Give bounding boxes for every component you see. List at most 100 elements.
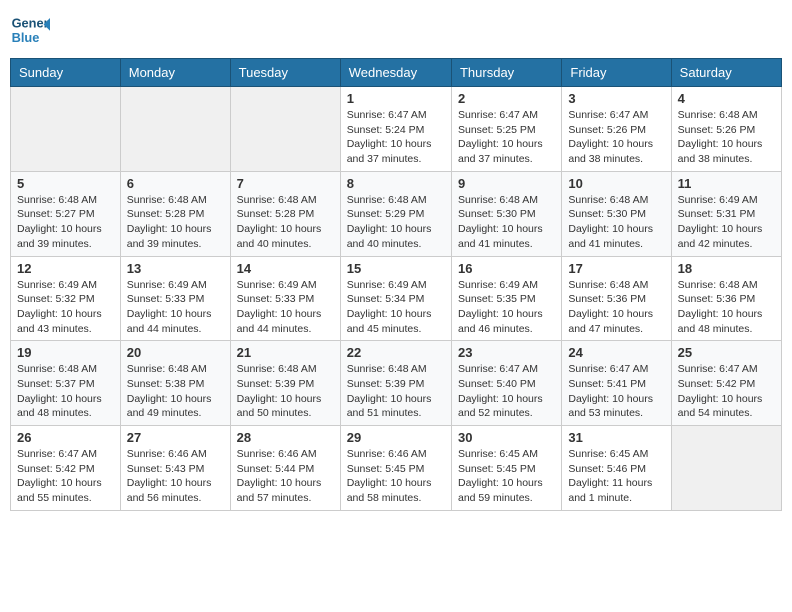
day-info: Sunrise: 6:48 AM Sunset: 5:36 PM Dayligh… <box>568 278 664 337</box>
calendar-cell: 30 Sunrise: 6:45 AM Sunset: 5:45 PM Dayli… <box>451 426 561 511</box>
calendar-cell: 26 Sunrise: 6:47 AM Sunset: 5:42 PM Dayli… <box>11 426 121 511</box>
weekday-header-wednesday: Wednesday <box>340 59 451 87</box>
day-number: 28 <box>237 430 334 445</box>
day-number: 10 <box>568 176 664 191</box>
svg-text:Blue: Blue <box>12 30 40 45</box>
day-info: Sunrise: 6:48 AM Sunset: 5:37 PM Dayligh… <box>17 362 114 421</box>
day-info: Sunrise: 6:47 AM Sunset: 5:24 PM Dayligh… <box>347 108 445 167</box>
calendar-cell <box>230 87 340 172</box>
day-number: 25 <box>678 345 775 360</box>
day-number: 30 <box>458 430 555 445</box>
day-info: Sunrise: 6:45 AM Sunset: 5:46 PM Dayligh… <box>568 447 664 506</box>
day-info: Sunrise: 6:46 AM Sunset: 5:45 PM Dayligh… <box>347 447 445 506</box>
calendar-cell <box>120 87 230 172</box>
day-number: 12 <box>17 261 114 276</box>
day-number: 19 <box>17 345 114 360</box>
calendar-cell: 18 Sunrise: 6:48 AM Sunset: 5:36 PM Dayli… <box>671 256 781 341</box>
logo: General Blue <box>10 10 50 50</box>
day-info: Sunrise: 6:48 AM Sunset: 5:29 PM Dayligh… <box>347 193 445 252</box>
day-info: Sunrise: 6:49 AM Sunset: 5:32 PM Dayligh… <box>17 278 114 337</box>
day-number: 22 <box>347 345 445 360</box>
day-info: Sunrise: 6:48 AM Sunset: 5:26 PM Dayligh… <box>678 108 775 167</box>
calendar-cell: 29 Sunrise: 6:46 AM Sunset: 5:45 PM Dayli… <box>340 426 451 511</box>
calendar-cell <box>11 87 121 172</box>
day-info: Sunrise: 6:48 AM Sunset: 5:36 PM Dayligh… <box>678 278 775 337</box>
day-number: 9 <box>458 176 555 191</box>
calendar-cell: 3 Sunrise: 6:47 AM Sunset: 5:26 PM Daylig… <box>562 87 671 172</box>
day-info: Sunrise: 6:47 AM Sunset: 5:41 PM Dayligh… <box>568 362 664 421</box>
weekday-header-row: SundayMondayTuesdayWednesdayThursdayFrid… <box>11 59 782 87</box>
calendar-cell: 22 Sunrise: 6:48 AM Sunset: 5:39 PM Dayli… <box>340 341 451 426</box>
day-info: Sunrise: 6:47 AM Sunset: 5:40 PM Dayligh… <box>458 362 555 421</box>
day-info: Sunrise: 6:47 AM Sunset: 5:26 PM Dayligh… <box>568 108 664 167</box>
day-number: 21 <box>237 345 334 360</box>
calendar-cell: 16 Sunrise: 6:49 AM Sunset: 5:35 PM Dayli… <box>451 256 561 341</box>
calendar-cell: 21 Sunrise: 6:48 AM Sunset: 5:39 PM Dayli… <box>230 341 340 426</box>
weekday-header-monday: Monday <box>120 59 230 87</box>
day-number: 6 <box>127 176 224 191</box>
day-number: 11 <box>678 176 775 191</box>
calendar-cell: 28 Sunrise: 6:46 AM Sunset: 5:44 PM Dayli… <box>230 426 340 511</box>
calendar-week-row: 26 Sunrise: 6:47 AM Sunset: 5:42 PM Dayli… <box>11 426 782 511</box>
day-info: Sunrise: 6:48 AM Sunset: 5:30 PM Dayligh… <box>568 193 664 252</box>
day-number: 20 <box>127 345 224 360</box>
day-info: Sunrise: 6:45 AM Sunset: 5:45 PM Dayligh… <box>458 447 555 506</box>
calendar-cell: 1 Sunrise: 6:47 AM Sunset: 5:24 PM Daylig… <box>340 87 451 172</box>
day-number: 16 <box>458 261 555 276</box>
calendar-cell: 12 Sunrise: 6:49 AM Sunset: 5:32 PM Dayli… <box>11 256 121 341</box>
calendar-cell: 7Sunrise: 6:48 AM Sunset: 5:28 PM Daylig… <box>230 171 340 256</box>
day-info: Sunrise: 6:48 AM Sunset: 5:27 PM Dayligh… <box>17 193 114 252</box>
day-info: Sunrise: 6:49 AM Sunset: 5:31 PM Dayligh… <box>678 193 775 252</box>
weekday-header-sunday: Sunday <box>11 59 121 87</box>
day-number: 27 <box>127 430 224 445</box>
day-info: Sunrise: 6:48 AM Sunset: 5:38 PM Dayligh… <box>127 362 224 421</box>
calendar-cell: 23 Sunrise: 6:47 AM Sunset: 5:40 PM Dayli… <box>451 341 561 426</box>
day-number: 8 <box>347 176 445 191</box>
page-header: General Blue <box>10 10 782 50</box>
calendar-table: SundayMondayTuesdayWednesdayThursdayFrid… <box>10 58 782 511</box>
calendar-cell: 5 Sunrise: 6:48 AM Sunset: 5:27 PM Daylig… <box>11 171 121 256</box>
weekday-header-saturday: Saturday <box>671 59 781 87</box>
day-info: Sunrise: 6:48 AM Sunset: 5:39 PM Dayligh… <box>347 362 445 421</box>
day-number: 14 <box>237 261 334 276</box>
calendar-cell: 4 Sunrise: 6:48 AM Sunset: 5:26 PM Daylig… <box>671 87 781 172</box>
day-info: Sunrise: 6:48 AM Sunset: 5:39 PM Dayligh… <box>237 362 334 421</box>
day-info: Sunrise: 6:46 AM Sunset: 5:44 PM Dayligh… <box>237 447 334 506</box>
day-number: 31 <box>568 430 664 445</box>
calendar-week-row: 19 Sunrise: 6:48 AM Sunset: 5:37 PM Dayli… <box>11 341 782 426</box>
calendar-cell: 13Sunrise: 6:49 AM Sunset: 5:33 PM Dayli… <box>120 256 230 341</box>
day-info: Sunrise: 6:47 AM Sunset: 5:25 PM Dayligh… <box>458 108 555 167</box>
calendar-cell: 2 Sunrise: 6:47 AM Sunset: 5:25 PM Daylig… <box>451 87 561 172</box>
calendar-cell: 17Sunrise: 6:48 AM Sunset: 5:36 PM Dayli… <box>562 256 671 341</box>
calendar-cell: 9 Sunrise: 6:48 AM Sunset: 5:30 PM Daylig… <box>451 171 561 256</box>
calendar-cell: 14 Sunrise: 6:49 AM Sunset: 5:33 PM Dayli… <box>230 256 340 341</box>
day-number: 2 <box>458 91 555 106</box>
calendar-cell: 25 Sunrise: 6:47 AM Sunset: 5:42 PM Dayli… <box>671 341 781 426</box>
day-number: 4 <box>678 91 775 106</box>
day-info: Sunrise: 6:48 AM Sunset: 5:28 PM Dayligh… <box>127 193 224 252</box>
day-info: Sunrise: 6:48 AM Sunset: 5:30 PM Dayligh… <box>458 193 555 252</box>
day-number: 26 <box>17 430 114 445</box>
calendar-week-row: 1 Sunrise: 6:47 AM Sunset: 5:24 PM Daylig… <box>11 87 782 172</box>
day-number: 3 <box>568 91 664 106</box>
day-info: Sunrise: 6:47 AM Sunset: 5:42 PM Dayligh… <box>678 362 775 421</box>
day-info: Sunrise: 6:49 AM Sunset: 5:34 PM Dayligh… <box>347 278 445 337</box>
calendar-week-row: 12 Sunrise: 6:49 AM Sunset: 5:32 PM Dayli… <box>11 256 782 341</box>
day-number: 7 <box>237 176 334 191</box>
day-number: 15 <box>347 261 445 276</box>
weekday-header-thursday: Thursday <box>451 59 561 87</box>
day-info: Sunrise: 6:49 AM Sunset: 5:33 PM Dayligh… <box>127 278 224 337</box>
day-info: Sunrise: 6:49 AM Sunset: 5:35 PM Dayligh… <box>458 278 555 337</box>
calendar-cell: 31 Sunrise: 6:45 AM Sunset: 5:46 PM Dayli… <box>562 426 671 511</box>
calendar-week-row: 5 Sunrise: 6:48 AM Sunset: 5:27 PM Daylig… <box>11 171 782 256</box>
day-number: 24 <box>568 345 664 360</box>
calendar-cell: 27Sunrise: 6:46 AM Sunset: 5:43 PM Dayli… <box>120 426 230 511</box>
day-number: 29 <box>347 430 445 445</box>
day-number: 1 <box>347 91 445 106</box>
calendar-cell: 15 Sunrise: 6:49 AM Sunset: 5:34 PM Dayli… <box>340 256 451 341</box>
day-info: Sunrise: 6:49 AM Sunset: 5:33 PM Dayligh… <box>237 278 334 337</box>
day-number: 18 <box>678 261 775 276</box>
day-info: Sunrise: 6:47 AM Sunset: 5:42 PM Dayligh… <box>17 447 114 506</box>
day-number: 5 <box>17 176 114 191</box>
day-number: 23 <box>458 345 555 360</box>
